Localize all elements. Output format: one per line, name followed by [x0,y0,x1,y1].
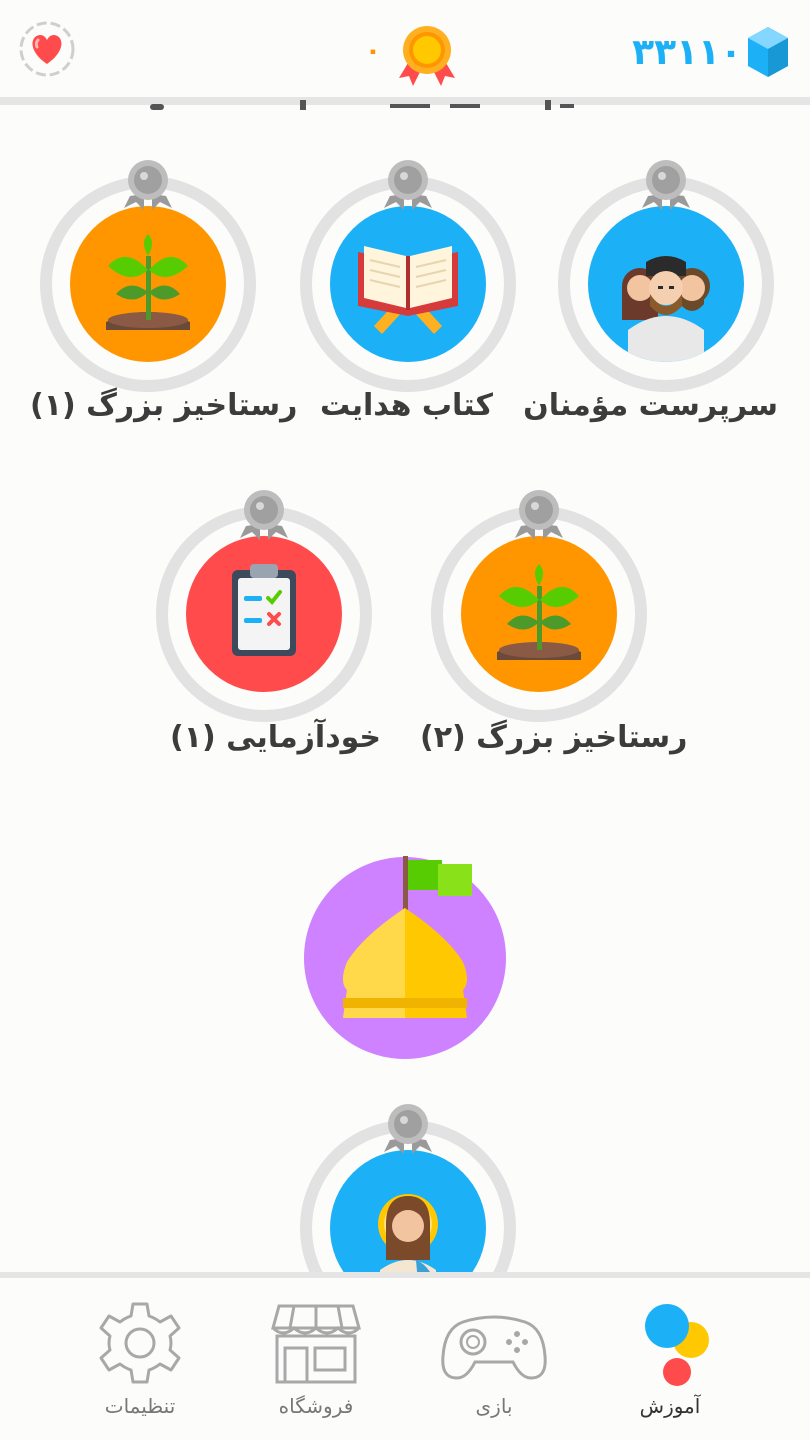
gems-counter[interactable]: ۳۳۱۱۰ [632,24,790,80]
medal-count: ۰ [365,36,381,66]
silver-crown-badge-icon [124,160,172,210]
crowns-counter[interactable]: ۰ [365,22,465,86]
nav-tab-learn[interactable]: آموزش [600,1298,740,1438]
silver-crown-badge-icon [515,490,563,540]
people-icon [622,256,710,362]
nav-label: بازی [475,1394,513,1418]
nav-label: تنظیمات [104,1394,176,1418]
medal-icon [399,26,455,86]
silver-crown-badge-icon [642,160,690,210]
silver-crown-badge-icon [384,160,432,210]
skill-circle [330,1150,486,1272]
hearts-button[interactable] [18,20,76,78]
gear-icon [99,1302,181,1384]
book-icon [358,246,458,334]
learn-icon [645,1304,709,1386]
sprout-icon [106,234,190,330]
nav-tab-game[interactable]: بازی [424,1298,564,1438]
nav-label: فروشگاه [278,1394,354,1418]
heart-icon [19,21,75,77]
gamepad-icon [441,1315,547,1380]
bottom-navigation: آموزش بازی فروشگاه تنظیمات [0,1272,810,1440]
nav-tab-settings[interactable]: تنظیمات [70,1298,210,1438]
silver-crown-badge-icon [384,1104,432,1154]
scrolled-text-fragment [150,100,574,110]
skill-prophet[interactable] [290,1100,530,1272]
skill-circle [70,206,226,362]
checkpoint-castle-button[interactable] [303,856,507,1060]
gem-icon [748,27,788,77]
skill-label: خودآزمایی (۱) [170,720,382,755]
sprout-icon [497,564,581,660]
skill-label: رستاخیز بزرگ (۱) [30,388,298,423]
skill-circle [588,206,744,362]
silver-crown-badge-icon [240,490,288,540]
skill-circle [461,536,617,692]
checklist-icon [232,564,296,656]
top-bar: ۰ ۳۳۱۱۰ [0,0,810,100]
prophet-icon [378,1194,438,1272]
skill-label: کتاب هدایت [320,388,493,423]
nav-label: آموزش [639,1394,701,1418]
store-icon [271,1304,361,1384]
skill-label: سرپرست مؤمنان [523,388,778,423]
gems-count: ۳۳۱۱۰ [632,31,742,73]
skill-circle [330,206,486,362]
skill-label: رستاخیز بزرگ (۲) [420,720,688,755]
skill-circle [186,536,342,692]
nav-tab-shop[interactable]: فروشگاه [246,1298,386,1438]
